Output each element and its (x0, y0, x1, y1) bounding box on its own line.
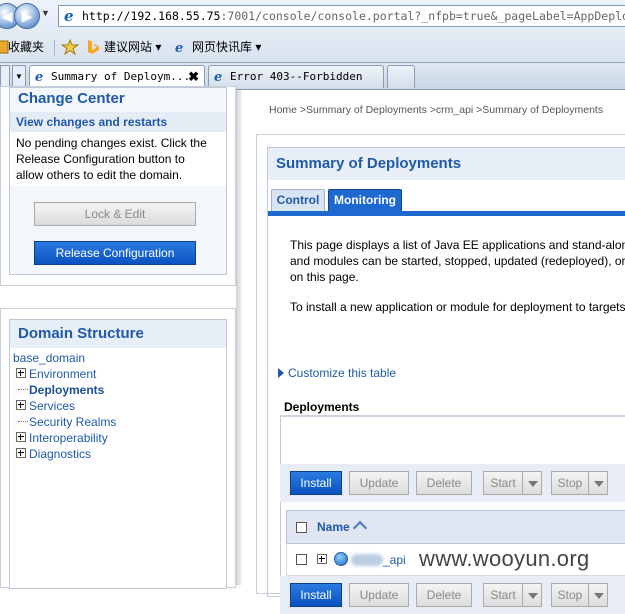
favorites-label[interactable]: 收藏夹 (8, 38, 44, 56)
customize-table-link[interactable]: Customize this table (278, 366, 396, 380)
install-instructions: To install a new application or module f… (290, 300, 625, 314)
svg-text:e: e (64, 7, 74, 23)
summary-box: Summary of Deployments Control Monitorin… (267, 147, 625, 614)
expand-icon[interactable] (16, 368, 26, 378)
tab-summary-of-deployments[interactable]: e Summary of Deploym... ✖ (29, 65, 205, 88)
message-line: Release Configuration button to (16, 152, 185, 166)
tab-error-403[interactable]: e Error 403--Forbidden (208, 65, 384, 88)
tree-root-base-domain[interactable]: base_domain (13, 350, 85, 366)
install-button[interactable]: Install (290, 583, 342, 607)
tree-item-services[interactable]: Services (16, 398, 75, 414)
expand-icon[interactable] (16, 448, 26, 458)
update-button[interactable]: Update (349, 583, 409, 607)
start-button[interactable]: Start (483, 583, 523, 607)
deployment-name-link[interactable]: _api (317, 552, 406, 567)
bing-icon (88, 40, 99, 54)
browser-toolbar: ◀ ▶ ▼ e http://192.168.55.75:7001/consol… (0, 0, 625, 63)
view-changes-link[interactable]: View changes and restarts (10, 112, 226, 132)
svg-text:e: e (214, 70, 222, 83)
page-title: Summary of Deployments (268, 148, 625, 180)
start-dropdown-icon[interactable] (522, 583, 542, 607)
change-center-panel: Change Center View changes and restarts … (0, 86, 236, 286)
svg-text:e: e (35, 70, 43, 83)
install-button[interactable]: Install (290, 471, 342, 495)
tab-menu-dropdown-icon[interactable]: ▼ (12, 65, 26, 87)
breadcrumb[interactable]: Home >Summary of Deployments >crm_api >S… (269, 104, 603, 116)
domain-structure-panel: Domain Structure base_domain Environment… (0, 308, 236, 589)
tree-item-deployments[interactable]: Deployments (18, 382, 104, 398)
expand-icon[interactable] (16, 400, 26, 410)
tree-item-interoperability[interactable]: Interoperability (16, 430, 108, 446)
change-center-message: No pending changes exist. Click the Rele… (10, 132, 226, 186)
stop-button[interactable]: Stop (551, 471, 589, 495)
delete-button[interactable]: Delete (416, 471, 472, 495)
tab-label: Summary of Deploym... (51, 70, 191, 83)
stop-dropdown-icon[interactable] (588, 471, 608, 495)
description-line: on this page. (290, 270, 359, 284)
row-checkbox[interactable] (296, 554, 307, 565)
history-dropdown-icon[interactable]: ▼ (41, 8, 50, 18)
web-slice-icon: e (175, 41, 183, 55)
update-button[interactable]: Update (349, 471, 409, 495)
expand-icon[interactable] (317, 554, 327, 564)
tab-label: Error 403--Forbidden (230, 70, 363, 83)
add-favorite-star-icon[interactable] (61, 39, 79, 55)
back-arrow-icon: ◀ (1, 8, 13, 24)
deployments-toolbar-bottom: Install Update Delete Start Stop (280, 576, 625, 614)
deployments-heading: Deployments (284, 400, 360, 414)
new-tab-button[interactable] (387, 65, 415, 88)
favorites-bar: 收藏夹 建议网站 ▾ e 网页快讯库 ▾ (0, 36, 625, 58)
change-center-title: Change Center (18, 90, 125, 107)
tree-item-environment[interactable]: Environment (16, 366, 96, 382)
forward-button[interactable]: ▶ (14, 3, 40, 29)
message-line: allow others to edit the domain. (16, 168, 183, 182)
page-content: Change Center View changes and restarts … (0, 86, 625, 614)
delete-button[interactable]: Delete (416, 583, 472, 607)
tab-control[interactable]: Control (271, 189, 325, 212)
favorite-suggested-sites[interactable]: 建议网站 ▾ (104, 38, 161, 56)
change-center-box: Change Center View changes and restarts … (9, 87, 227, 275)
expand-triangle-icon (278, 368, 284, 378)
svg-text:e: e (175, 41, 183, 55)
deployments-table-header: Name (286, 510, 625, 544)
address-path: :7001/console/console.portal?_nfpb=true&… (220, 9, 625, 23)
tab-list-button[interactable] (0, 65, 10, 87)
summary-panel: Summary of Deployments Control Monitorin… (256, 134, 625, 614)
forward-arrow-icon: ▶ (21, 8, 33, 24)
stop-button[interactable]: Stop (551, 583, 589, 607)
ie-page-icon: e (214, 70, 222, 83)
stop-dropdown-icon[interactable] (588, 583, 608, 607)
watermark: www.wooyun.org (419, 546, 590, 571)
address-bar[interactable]: e http://192.168.55.75:7001/console/cons… (58, 5, 625, 27)
tab-underline (268, 211, 625, 216)
message-line: No pending changes exist. Click the (16, 136, 207, 150)
favorites-separator (54, 40, 55, 56)
tree-item-security-realms[interactable]: Security Realms (18, 414, 116, 430)
description-line: and modules can be started, stopped, upd… (290, 254, 625, 268)
address-host: http://192.168.55.75 (82, 9, 221, 23)
name-column-header[interactable]: Name (317, 520, 367, 536)
tab-monitoring[interactable]: Monitoring (328, 189, 402, 212)
close-tab-icon[interactable]: ✖ (188, 66, 199, 88)
left-column-shadow (236, 90, 242, 585)
deployments-toolbar-top: Install Update Delete Start Stop (280, 464, 625, 502)
release-configuration-button[interactable]: Release Configuration (34, 241, 196, 265)
start-dropdown-icon[interactable] (522, 471, 542, 495)
lock-edit-button[interactable]: Lock & Edit (34, 202, 196, 226)
sort-ascending-icon (352, 520, 367, 536)
redacted-name (351, 554, 383, 566)
ie-page-icon: e (35, 70, 43, 83)
start-button[interactable]: Start (483, 471, 523, 495)
application-icon (334, 552, 348, 566)
expand-icon[interactable] (16, 432, 26, 442)
select-all-checkbox[interactable] (296, 522, 307, 533)
favorite-web-slice-gallery[interactable]: 网页快讯库 ▾ (192, 38, 261, 56)
ie-icon: e (64, 7, 74, 23)
description-line: This page displays a list of Java EE app… (290, 238, 625, 252)
domain-structure-title: Domain Structure (18, 325, 144, 342)
tree-item-diagnostics[interactable]: Diagnostics (16, 446, 91, 462)
